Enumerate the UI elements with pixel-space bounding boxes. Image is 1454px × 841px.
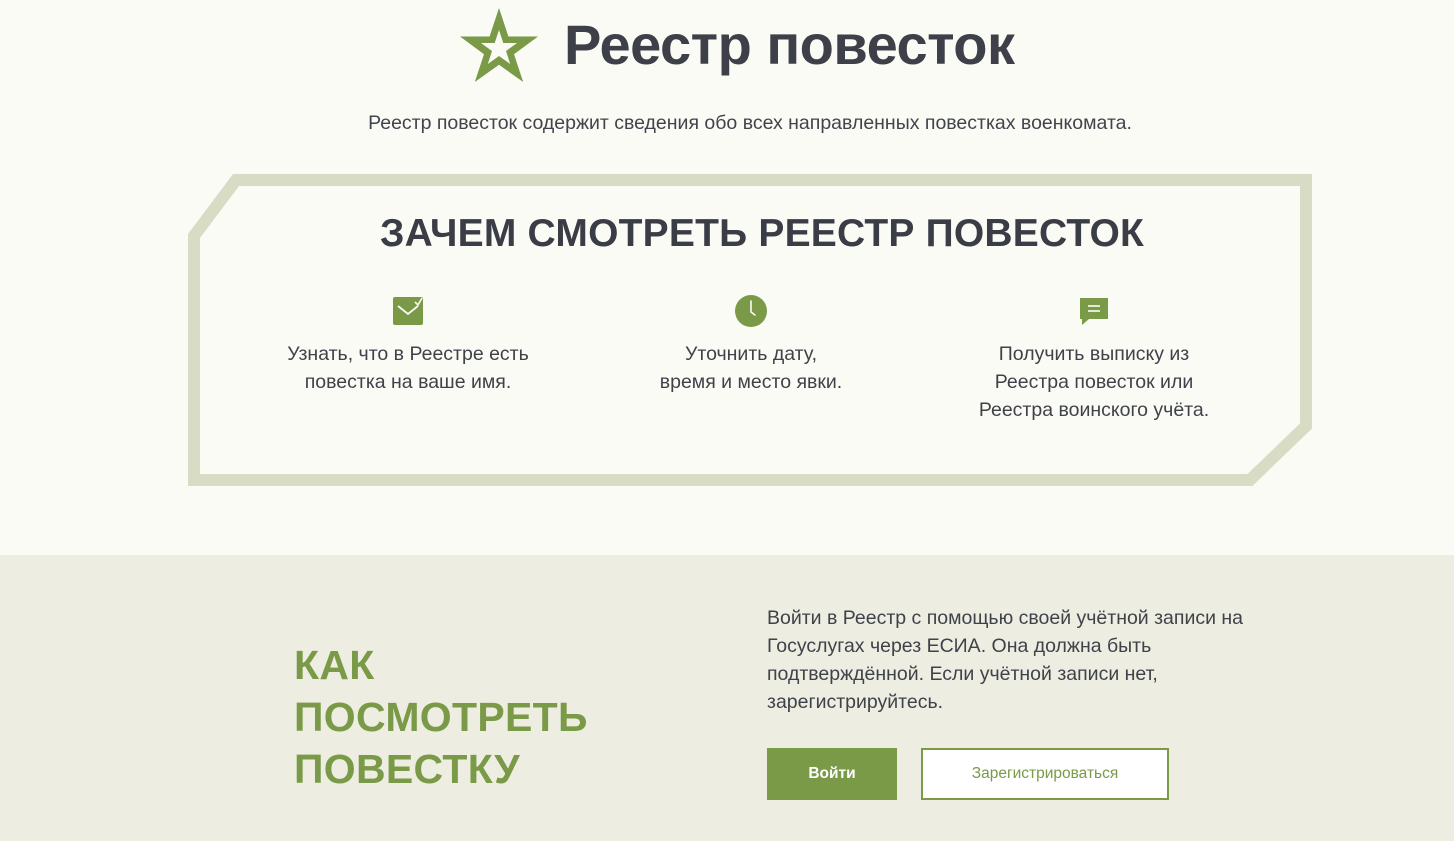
feature-item-notice: Узнать, что в Реестре есть повестка на в… xyxy=(228,294,588,396)
checked-envelope-icon xyxy=(393,297,423,325)
why-section-title: ЗАЧЕМ СМОТРЕТЬ РЕЕСТР ПОВЕСТОК xyxy=(379,212,1144,255)
feature-text: Узнать, что в Реестре есть повестка на в… xyxy=(287,343,529,393)
chat-bubble-icon xyxy=(1080,298,1108,325)
how-to-view-section: КАК ПОСМОТРЕТЬ ПОВЕСТКУ Войти в Реестр с… xyxy=(0,555,1454,841)
clock-icon xyxy=(735,295,767,327)
login-button[interactable]: Войти xyxy=(767,748,897,800)
feature-item-date: Уточнить дату, время и место явки. xyxy=(571,294,931,396)
star-emblem-icon xyxy=(460,8,538,82)
how-description: Войти в Реестр с помощью своей учётной з… xyxy=(767,607,1244,713)
feature-item-extract: Получить выписку из Реестра повесток или… xyxy=(914,294,1274,424)
header: Реестр повесток Реестр повесток содержит… xyxy=(0,0,1454,150)
register-button[interactable]: Зарегистрироваться xyxy=(921,748,1169,800)
how-section-title: КАК ПОСМОТРЕТЬ ПОВЕСТКУ xyxy=(294,642,588,792)
feature-text: Уточнить дату, время и место явки. xyxy=(659,343,843,393)
page-subtitle: Реестр повесток содержит сведения обо вс… xyxy=(368,112,1132,134)
page-title: Реестр повесток xyxy=(564,13,1015,76)
feature-text: Получить выписку из Реестра повесток или… xyxy=(978,343,1210,421)
